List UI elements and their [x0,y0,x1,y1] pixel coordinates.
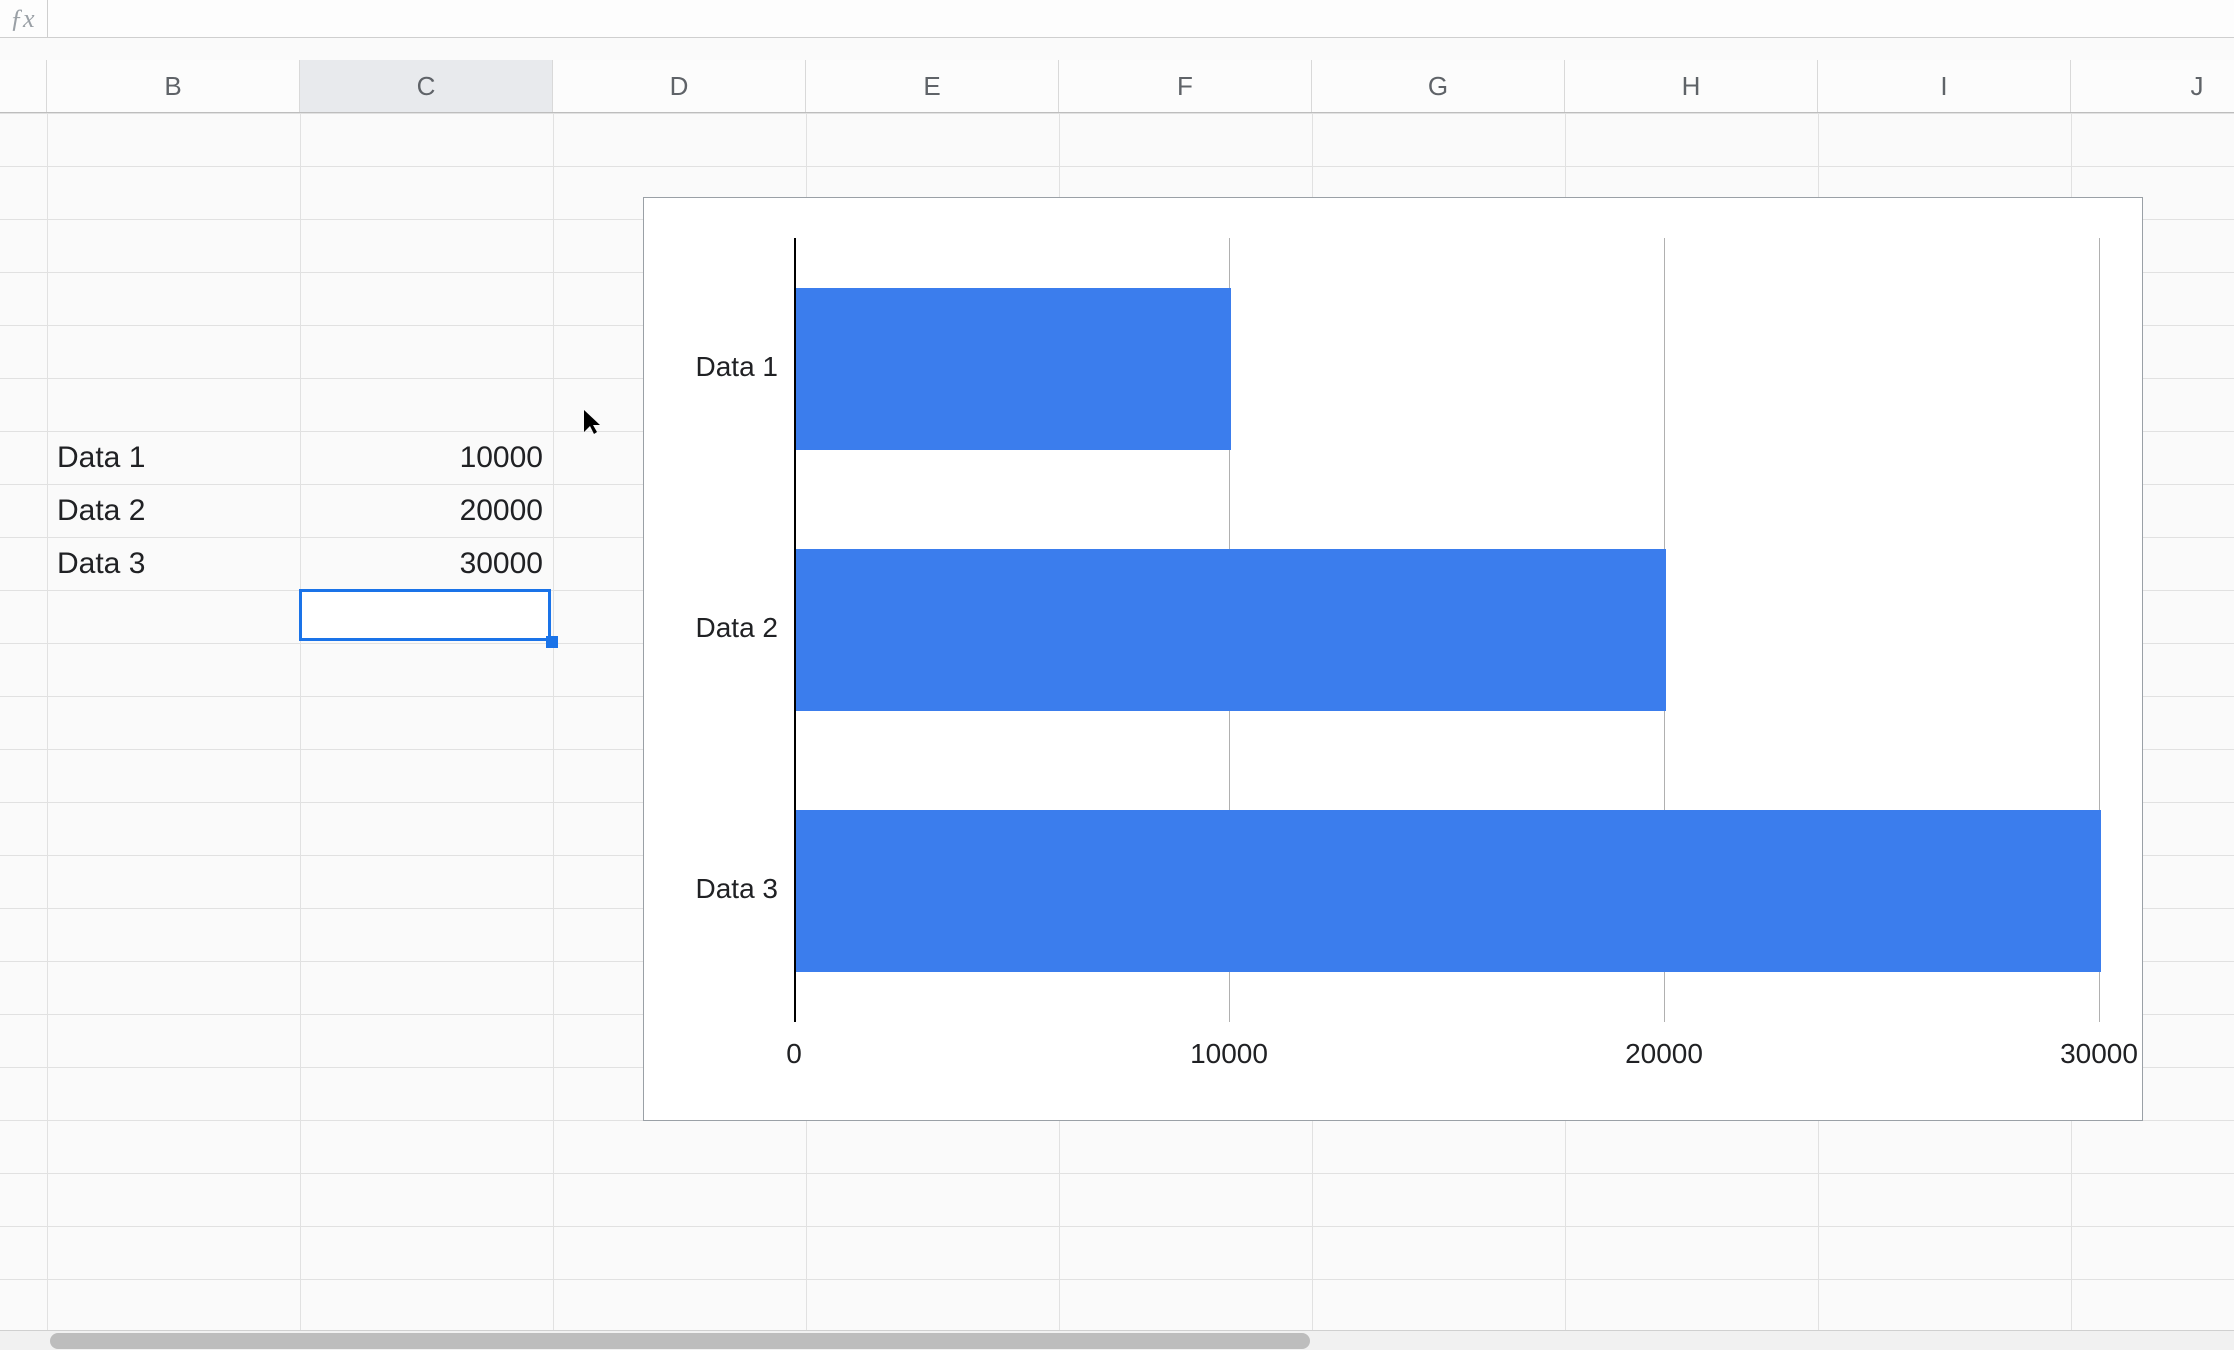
gridline-horizontal [0,113,2234,114]
chart-x-tick: 10000 [1169,1038,1289,1070]
cell-C7[interactable]: 10000 [300,431,553,484]
chart-category-label: Data 2 [644,612,778,644]
fx-icon: ƒx [10,4,35,34]
gridline-vertical [300,113,301,1330]
column-header-J[interactable]: J [2071,60,2234,112]
chart[interactable]: 0100002000030000Data 1Data 2Data 3 [643,197,2143,1121]
formula-bar-separator [47,0,48,37]
column-header-H[interactable]: H [1565,60,1818,112]
column-header-B[interactable]: B [47,60,300,112]
gridline-horizontal [0,1173,2234,1174]
column-header-E[interactable]: E [806,60,1059,112]
formula-input[interactable] [60,0,2234,37]
gridline-vertical [553,113,554,1330]
column-header-D[interactable]: D [553,60,806,112]
cell-B9[interactable]: Data 3 [47,537,300,590]
gridline-horizontal [0,1226,2234,1227]
column-header-I[interactable]: I [1818,60,2071,112]
column-header-C[interactable]: C [300,60,553,112]
chart-bar [796,549,1666,711]
horizontal-scrollbar[interactable] [0,1330,2234,1350]
gridline-vertical [47,113,48,1330]
horizontal-scroll-thumb[interactable] [50,1333,1310,1349]
gridline-horizontal [0,1279,2234,1280]
column-header-A[interactable] [0,60,47,112]
cell-B7[interactable]: Data 1 [47,431,300,484]
chart-x-tick: 30000 [2039,1038,2159,1070]
gridline-horizontal [0,166,2234,167]
chart-category-label: Data 1 [644,351,778,383]
active-cell[interactable] [299,589,551,641]
column-header-G[interactable]: G [1312,60,1565,112]
cell-C9[interactable]: 30000 [300,537,553,590]
fill-handle[interactable] [546,636,558,648]
chart-x-tick: 20000 [1604,1038,1724,1070]
cell-C8[interactable]: 20000 [300,484,553,537]
cell-B8[interactable]: Data 2 [47,484,300,537]
chart-bar [796,288,1231,450]
column-header-F[interactable]: F [1059,60,1312,112]
chart-bar [796,810,2101,972]
formula-bar: ƒx [0,0,2234,38]
column-header-row: BCDEFGHIJ [0,60,2234,113]
chart-x-tick: 0 [734,1038,854,1070]
chart-category-label: Data 3 [644,873,778,905]
